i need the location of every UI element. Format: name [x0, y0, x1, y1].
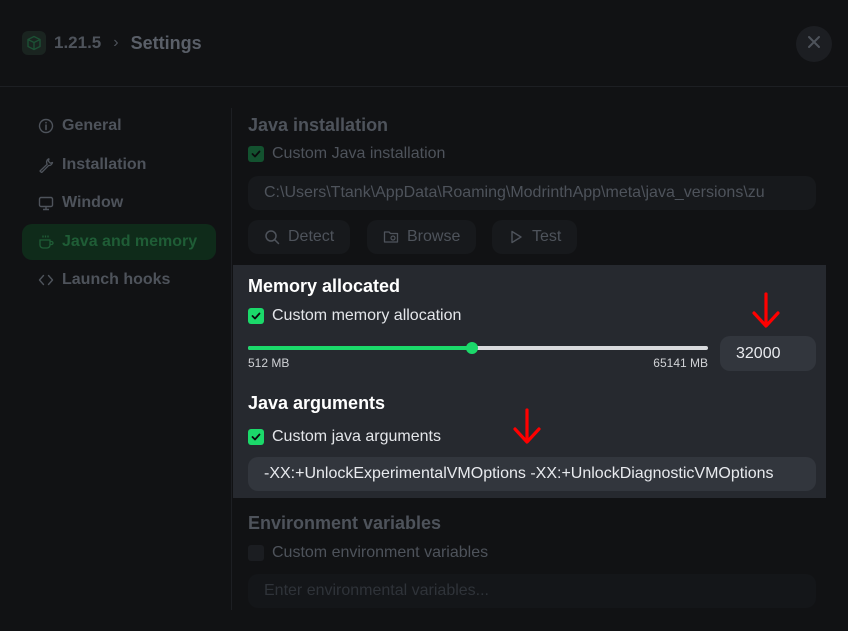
memory-slider-handle[interactable] [466, 342, 479, 354]
test-button[interactable]: Test [492, 220, 578, 254]
button-label: Detect [288, 228, 335, 245]
sidebar-item-label: General [62, 117, 122, 134]
coffee-icon [38, 234, 54, 250]
custom-memory-allocation-checkbox[interactable] [248, 308, 264, 324]
memory-slider-fill [248, 346, 473, 350]
button-label: Browse [407, 228, 461, 245]
checkbox-label: Custom Java installation [272, 145, 446, 162]
play-icon [508, 229, 524, 245]
settings-modal: 1.21.5 › Settings General Installation W… [0, 0, 848, 631]
sidebar-item-label: Installation [62, 155, 147, 173]
environment-variables-input[interactable]: Enter environmental variables... [248, 574, 816, 608]
detect-button[interactable]: Detect [248, 220, 351, 254]
page-title: Settings [130, 32, 202, 53]
checkbox-label: Custom environment variables [272, 544, 489, 561]
cube-icon [22, 31, 46, 55]
environment-variables-title: Environment variables [248, 513, 442, 533]
memory-slider[interactable] [248, 342, 708, 354]
java-installation-title: Java installation [248, 115, 389, 135]
browse-button[interactable]: Browse [367, 220, 477, 254]
search-icon [264, 229, 280, 245]
sidebar-item-label: Window [62, 194, 124, 211]
memory-allocated-title: Memory allocated [248, 276, 401, 296]
sidebar-item-installation[interactable]: Installation [22, 147, 216, 183]
button-label: Test [532, 228, 562, 245]
close-button[interactable] [796, 26, 832, 62]
breadcrumb: 1.21.5 › Settings [22, 31, 202, 55]
custom-environment-variables-row: Custom environment variables [248, 544, 488, 562]
sidebar-item-label: Launch hooks [62, 271, 171, 288]
info-icon [38, 118, 54, 134]
custom-memory-allocation-row: Custom memory allocation [248, 307, 461, 325]
modal-header: 1.21.5 › Settings [0, 0, 848, 87]
custom-java-arguments-row: Custom java arguments [248, 428, 441, 446]
sidebar-item-window[interactable]: Window [22, 185, 216, 221]
close-icon [807, 35, 821, 54]
sidebar-item-label: Java and memory [62, 232, 198, 250]
custom-environment-variables-checkbox[interactable] [248, 545, 264, 561]
sidebar-item-launch-hooks[interactable]: Launch hooks [22, 262, 216, 298]
java-arguments-input[interactable]: -XX:+UnlockExperimentalVMOptions -XX:+Un… [248, 457, 816, 491]
monitor-icon [38, 195, 54, 211]
wrench-icon [38, 157, 54, 173]
folder-search-icon [383, 229, 399, 245]
sidebar-divider [231, 108, 232, 610]
arrow-down-icon [752, 292, 780, 328]
memory-and-arguments-panel: Memory allocated Custom memory allocatio… [233, 265, 826, 498]
checkbox-label: Custom memory allocation [272, 307, 462, 324]
memory-max-label: 65141 MB [653, 356, 708, 370]
java-path-input[interactable]: C:\Users\Ttank\AppData\Roaming\ModrinthA… [248, 176, 816, 210]
chevron-right-icon: › [113, 34, 119, 51]
arrow-down-icon [513, 408, 541, 444]
java-arguments-title: Java arguments [248, 393, 386, 413]
custom-java-installation-checkbox[interactable] [248, 146, 264, 162]
breadcrumb-instance-version[interactable]: 1.21.5 [54, 33, 101, 53]
memory-min-label: 512 MB [248, 356, 290, 370]
sidebar-item-general[interactable]: General [22, 108, 216, 144]
custom-java-arguments-checkbox[interactable] [248, 429, 264, 445]
code-icon [38, 272, 54, 288]
custom-java-installation-row: Custom Java installation [248, 145, 445, 163]
sidebar-item-java-and-memory[interactable]: Java and memory [22, 223, 216, 260]
settings-sidebar: General Installation Window Java and mem… [22, 108, 216, 301]
checkbox-label: Custom java arguments [272, 428, 441, 445]
memory-value-input[interactable]: 32000 [720, 336, 816, 371]
